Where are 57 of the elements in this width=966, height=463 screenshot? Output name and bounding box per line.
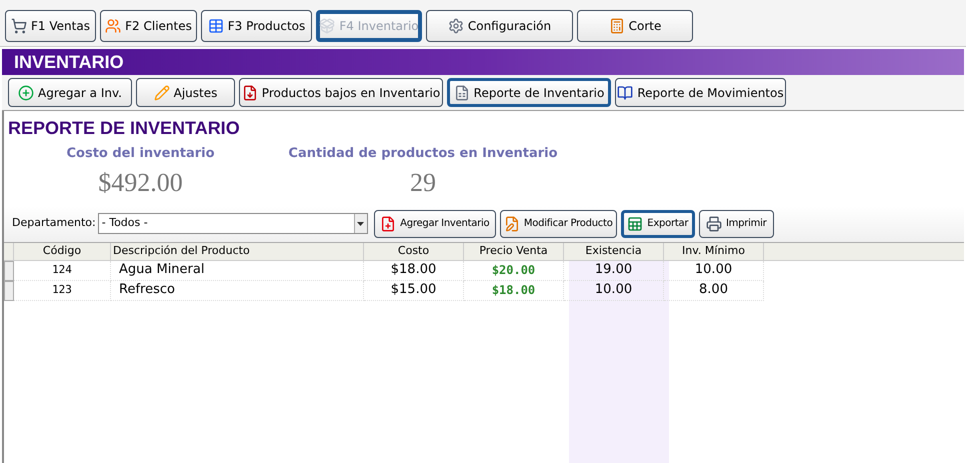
row-selector[interactable] bbox=[4, 260, 14, 280]
toolbar-button[interactable]: Reporte de Movimientos bbox=[615, 78, 786, 107]
table-cell: $18.00 bbox=[464, 280, 564, 300]
calculator-icon bbox=[608, 18, 625, 34]
spreadsheet-icon bbox=[627, 216, 644, 232]
metric-label: Cantidad de productos en Inventario bbox=[288, 144, 558, 162]
section-title: INVENTARIO bbox=[14, 50, 124, 74]
table-cell: 19.00 bbox=[564, 260, 664, 280]
department-dropdown[interactable]: - Todos - bbox=[98, 213, 368, 234]
table-cell: Refresco bbox=[111, 280, 364, 300]
nav-tab[interactable]: Configuración bbox=[426, 10, 573, 42]
table-cell: 123 bbox=[14, 280, 111, 300]
nav-tab[interactable]: F2 Clientes bbox=[100, 10, 197, 42]
filter-label: Departamento: bbox=[12, 215, 96, 232]
nav-tab[interactable]: F3 Productos bbox=[201, 10, 312, 42]
table-cell: 8.00 bbox=[664, 280, 764, 300]
row-selector[interactable] bbox=[4, 280, 14, 300]
column-header[interactable]: Existencia bbox=[564, 242, 664, 260]
document-icon bbox=[242, 84, 258, 100]
column-header[interactable]: Costo bbox=[364, 242, 464, 260]
column-header[interactable]: Inv. Mínimo bbox=[664, 242, 764, 260]
report-title: REPORTE DE INVENTARIO bbox=[8, 117, 241, 140]
nav-tab[interactable]: Corte bbox=[577, 10, 693, 42]
table-cell: $18.00 bbox=[364, 260, 464, 280]
gear-icon bbox=[448, 18, 464, 34]
metric-value: 29 bbox=[410, 167, 436, 199]
table-cell: 10.00 bbox=[564, 280, 664, 300]
book-icon bbox=[617, 84, 634, 100]
cart-icon bbox=[11, 18, 28, 34]
pencil-icon bbox=[154, 84, 170, 100]
plus-circle-icon bbox=[18, 84, 34, 100]
people-icon bbox=[105, 18, 122, 34]
table-cell: 10.00 bbox=[664, 260, 764, 280]
table-icon bbox=[208, 18, 224, 34]
toolbar-button[interactable]: Agregar a Inv. bbox=[8, 78, 132, 107]
table-cell: $20.00 bbox=[464, 260, 564, 280]
nav-tab[interactable]: F1 Ventas bbox=[5, 10, 96, 42]
report-icon bbox=[454, 84, 470, 100]
metric-label: Costo del inventario bbox=[66, 144, 215, 162]
document-plus-icon bbox=[380, 216, 396, 232]
toolbar-button[interactable]: Reporte de Inventario bbox=[447, 78, 611, 107]
table-cell: Agua Mineral bbox=[111, 260, 364, 280]
metric-value: $492.00 bbox=[98, 167, 183, 199]
toolbar-button[interactable]: Ajustes bbox=[136, 78, 235, 107]
document-edit-icon bbox=[504, 216, 520, 232]
toolbar-button[interactable]: Imprimir bbox=[698, 210, 774, 238]
column-header[interactable]: Descripción del Producto bbox=[111, 242, 364, 260]
column-header[interactable]: Precio Venta bbox=[464, 242, 564, 260]
table-cell: $15.00 bbox=[364, 280, 464, 300]
toolbar-button[interactable]: Productos bajos en Inventario bbox=[239, 78, 443, 107]
printer-icon bbox=[706, 216, 722, 232]
box-icon bbox=[319, 18, 336, 34]
column-header[interactable]: Código bbox=[14, 242, 111, 260]
table-cell: 124 bbox=[14, 260, 111, 280]
toolbar-button[interactable]: Agregar Inventario bbox=[374, 210, 496, 238]
toolbar-button[interactable]: Modificar Producto bbox=[500, 210, 617, 238]
toolbar-button[interactable]: Exportar bbox=[620, 210, 695, 238]
